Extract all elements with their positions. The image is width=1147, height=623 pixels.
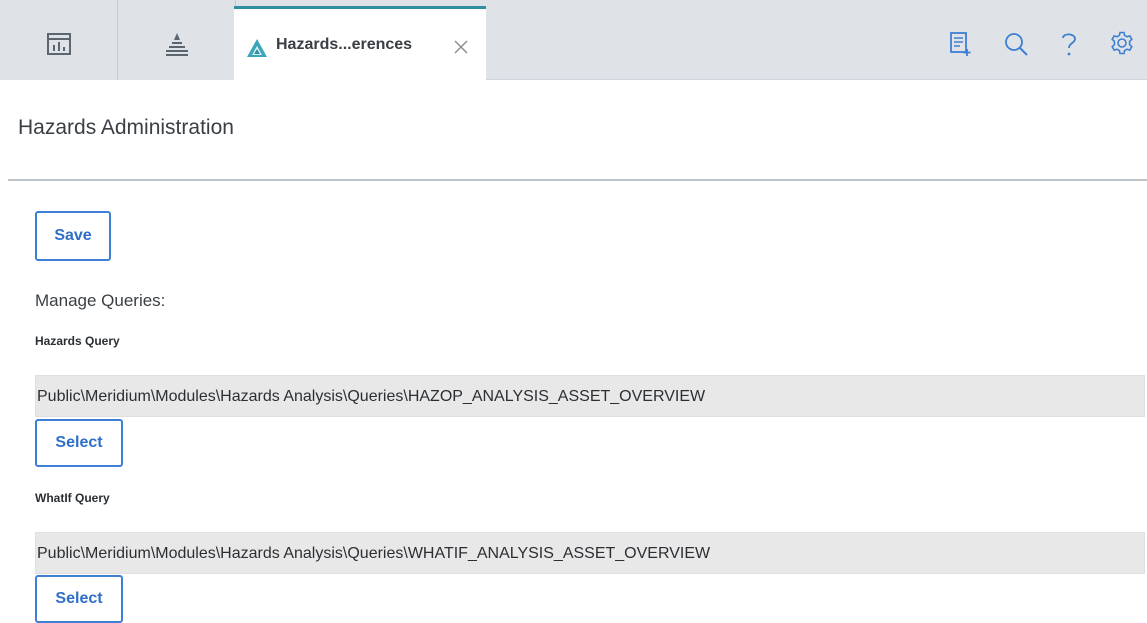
search-icon[interactable] bbox=[1003, 31, 1029, 57]
hazards-query-field[interactable]: Public\Meridium\Modules\Hazards Analysis… bbox=[35, 375, 1145, 417]
tab-hazards-preferences[interactable]: Hazards...erences bbox=[234, 6, 486, 81]
page-title: Hazards Administration bbox=[18, 116, 234, 139]
hazards-query-label: Hazards Query bbox=[35, 334, 120, 348]
hazards-query-select-button[interactable]: Select bbox=[35, 419, 123, 467]
asset-hierarchy-icon bbox=[165, 33, 188, 56]
hazards-icon bbox=[247, 39, 267, 57]
save-button[interactable]: Save bbox=[35, 211, 111, 261]
tab-asset-hierarchy[interactable] bbox=[118, 0, 236, 80]
whatif-query-select-button[interactable]: Select bbox=[35, 575, 123, 623]
tab-label: Hazards...erences bbox=[276, 36, 413, 53]
new-record-icon[interactable] bbox=[948, 31, 972, 57]
whatif-query-label: WhatIf Query bbox=[35, 491, 110, 505]
close-icon[interactable] bbox=[452, 38, 470, 56]
manage-queries-heading: Manage Queries: bbox=[35, 291, 166, 310]
dashboard-icon bbox=[46, 33, 71, 55]
tab-dashboard[interactable] bbox=[0, 0, 118, 80]
tab-bar: Hazards...erences bbox=[0, 0, 1147, 81]
help-icon[interactable] bbox=[1060, 31, 1078, 57]
whatif-query-field[interactable]: Public\Meridium\Modules\Hazards Analysis… bbox=[35, 532, 1145, 574]
title-divider bbox=[8, 179, 1147, 181]
settings-icon[interactable] bbox=[1110, 31, 1134, 55]
